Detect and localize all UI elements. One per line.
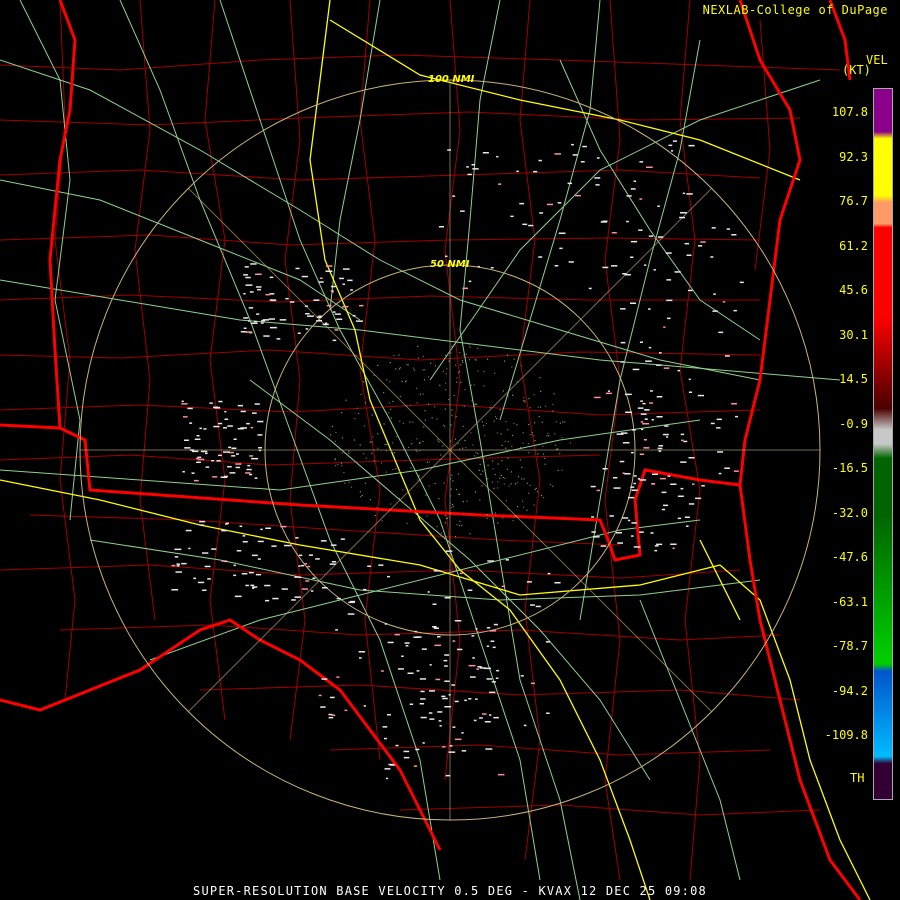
legend-tick-label: -94.2 bbox=[831, 683, 868, 698]
legend-tick-label: -47.6 bbox=[831, 550, 868, 564]
range-ring-label-100: 100 NMI bbox=[428, 74, 475, 85]
legend-tick-label: -32.0 bbox=[831, 505, 868, 520]
legend-th-label: TH bbox=[850, 771, 865, 785]
range-ring-label-50: 50 NMI bbox=[430, 259, 470, 270]
legend-tick-label: 30.1 bbox=[839, 327, 868, 342]
header-credit: NEXLAB-College of DuPage bbox=[702, 3, 888, 17]
product-caption: SUPER-RESOLUTION BASE VELOCITY 0.5 DEG -… bbox=[193, 884, 707, 898]
legend-tick-label: -63.1 bbox=[831, 594, 868, 609]
velocity-color-scale bbox=[873, 88, 893, 800]
legend-tick-label: -109.8 bbox=[824, 728, 868, 742]
county-boundaries bbox=[0, 0, 841, 881]
radar-echoes bbox=[171, 140, 744, 780]
legend-tick-label: 14.5 bbox=[839, 372, 868, 386]
legend-tick-label: 61.2 bbox=[839, 238, 868, 253]
legend-tick-label: 76.7 bbox=[839, 194, 868, 208]
legend-tick-label: 45.6 bbox=[839, 283, 868, 297]
radar-map: 100 NMI 50 NMI bbox=[0, 0, 871, 900]
legend-tick-label: 107.8 bbox=[831, 105, 868, 119]
legend-tick-label: -78.7 bbox=[831, 639, 868, 653]
legend-units: (KT) bbox=[842, 63, 871, 77]
legend-tick-label: -0.9 bbox=[839, 416, 868, 431]
legend-tick-label: 92.3 bbox=[839, 149, 868, 164]
legend-tick-label: -16.5 bbox=[831, 461, 868, 475]
